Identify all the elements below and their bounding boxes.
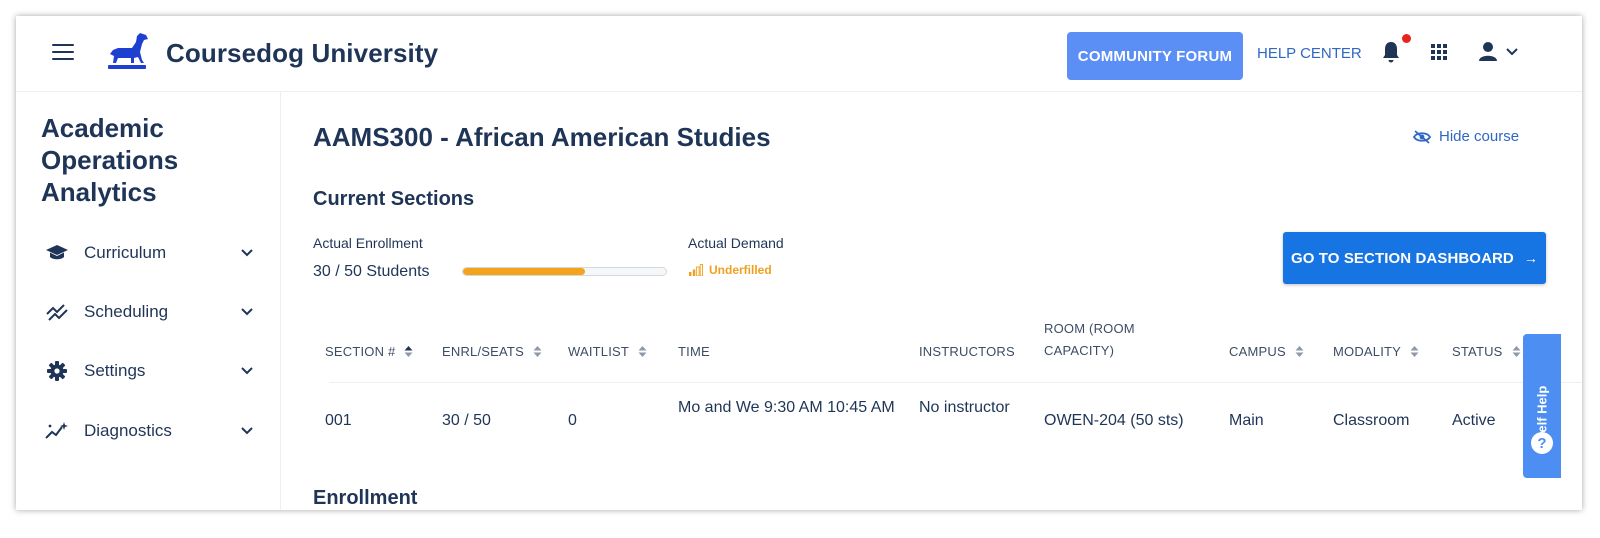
cell-time: Mo and We 9:30 AM 10:45 AM bbox=[678, 399, 895, 416]
enrollment-progress-fill bbox=[463, 268, 585, 275]
chevron-down-icon bbox=[241, 249, 253, 257]
demand-status-label: Underfilled bbox=[709, 263, 772, 277]
chevron-down-icon bbox=[241, 367, 253, 375]
column-header-label: INSTRUCTORS bbox=[919, 344, 1015, 359]
page-title: AAMS300 - African American Studies bbox=[313, 122, 771, 152]
chevron-down-icon bbox=[241, 427, 253, 435]
column-header-enrl-seats[interactable]: ENRL/SEATS bbox=[442, 344, 542, 359]
help-center-link[interactable]: HELP CENTER bbox=[1257, 45, 1362, 62]
cell-modality: Classroom bbox=[1333, 412, 1410, 429]
column-header-label: STATUS bbox=[1452, 344, 1503, 359]
community-forum-button[interactable]: COMMUNITY FORUM bbox=[1067, 32, 1243, 80]
brand-name[interactable]: Coursedog University bbox=[166, 38, 438, 69]
column-header-status[interactable]: STATUS bbox=[1452, 344, 1521, 359]
column-header-label: CAMPUS bbox=[1229, 344, 1286, 359]
cell-status: Active bbox=[1452, 412, 1496, 429]
self-help-tab[interactable]: Self Help ? bbox=[1523, 334, 1561, 478]
column-header-time: TIME bbox=[678, 344, 710, 359]
cell-section: 001 bbox=[325, 412, 352, 429]
enrollment-progress-bar bbox=[462, 267, 667, 276]
sidebar-item-diagnostics[interactable]: Diagnostics bbox=[44, 416, 254, 446]
enrollment-heading: Enrollment bbox=[313, 487, 418, 509]
notification-dot bbox=[1402, 34, 1411, 43]
sidebar-item-label: Curriculum bbox=[84, 243, 167, 262]
column-header-label: WAITLIST bbox=[568, 344, 630, 359]
coursedog-logo-icon bbox=[108, 33, 148, 69]
sidebar-title: Academic Operations Analytics bbox=[41, 113, 179, 207]
eye-slash-icon bbox=[1413, 129, 1431, 144]
actual-enrollment-value: 30 / 50 Students bbox=[313, 263, 430, 280]
gear-icon bbox=[44, 360, 70, 382]
cell-instructors: No instructor bbox=[919, 399, 1010, 416]
actual-enrollment-label: Actual Enrollment bbox=[313, 235, 423, 251]
trend-lines-icon bbox=[44, 301, 70, 323]
current-sections-heading: Current Sections bbox=[313, 188, 475, 210]
top-header: Coursedog University COMMUNITY FORUM HEL… bbox=[16, 16, 1582, 92]
sidebar-item-label: Settings bbox=[84, 361, 146, 380]
chevron-down-icon bbox=[241, 308, 253, 316]
question-icon: ? bbox=[1531, 432, 1553, 454]
cell-campus: Main bbox=[1229, 412, 1264, 429]
sort-icon bbox=[1410, 346, 1419, 357]
column-header-campus[interactable]: CAMPUS bbox=[1229, 344, 1304, 359]
sidebar-item-curriculum[interactable]: Curriculum bbox=[44, 238, 254, 268]
sidebar-item-label: Diagnostics bbox=[84, 421, 172, 440]
column-header-label: TIME bbox=[678, 344, 710, 359]
sidebar: Academic Operations Analytics Curriculum… bbox=[16, 92, 281, 510]
signal-bars-icon bbox=[689, 264, 703, 276]
graduation-cap-icon bbox=[44, 242, 70, 264]
hamburger-menu-icon[interactable] bbox=[52, 44, 74, 62]
hide-course-label: Hide course bbox=[1439, 128, 1520, 145]
notification-bell-icon[interactable] bbox=[1380, 40, 1402, 64]
column-header-waitlist[interactable]: WAITLIST bbox=[568, 344, 647, 359]
sort-icon bbox=[404, 346, 413, 357]
column-header-label: ENRL/SEATS bbox=[442, 344, 524, 359]
actual-demand-label: Actual Demand bbox=[688, 235, 784, 251]
cell-room: OWEN-204 (50 sts) bbox=[1044, 412, 1184, 429]
column-header-label: SECTION # bbox=[325, 344, 396, 359]
main-content: AAMS300 - African American Studies Hide … bbox=[281, 92, 1582, 510]
sidebar-item-label: Scheduling bbox=[84, 302, 169, 321]
go-to-section-dashboard-button[interactable]: GO TO SECTION DASHBOARD → bbox=[1283, 232, 1546, 284]
app-window: Coursedog University COMMUNITY FORUM HEL… bbox=[16, 16, 1582, 510]
column-header-section[interactable]: SECTION # bbox=[325, 344, 413, 359]
column-header-instructors: INSTRUCTORS bbox=[919, 344, 1015, 359]
cell-enrl-seats: 30 / 50 bbox=[442, 412, 491, 429]
dashboard-button-label: GO TO SECTION DASHBOARD bbox=[1291, 249, 1514, 267]
column-header-label: ROOM (ROOM CAPACITY) bbox=[1044, 321, 1135, 358]
apps-grid-icon[interactable] bbox=[1430, 43, 1448, 61]
sort-icon bbox=[533, 346, 542, 357]
sort-icon bbox=[638, 346, 647, 357]
sidebar-item-scheduling[interactable]: Scheduling bbox=[44, 297, 254, 327]
table-divider bbox=[329, 382, 1582, 383]
sidebar-item-settings[interactable]: Settings bbox=[44, 356, 254, 386]
hide-course-button[interactable]: Hide course bbox=[1413, 128, 1519, 145]
user-account-icon[interactable] bbox=[1478, 41, 1520, 63]
column-header-room: ROOM (ROOM CAPACITY) bbox=[1044, 318, 1154, 362]
sort-icon bbox=[1295, 346, 1304, 357]
sparkle-trend-icon bbox=[44, 420, 70, 442]
column-header-label: MODALITY bbox=[1333, 344, 1402, 359]
arrow-right-icon: → bbox=[1523, 250, 1538, 266]
demand-status: Underfilled bbox=[689, 263, 772, 277]
sort-icon bbox=[1512, 346, 1521, 357]
cell-waitlist: 0 bbox=[568, 412, 577, 429]
column-header-modality[interactable]: MODALITY bbox=[1333, 344, 1419, 359]
